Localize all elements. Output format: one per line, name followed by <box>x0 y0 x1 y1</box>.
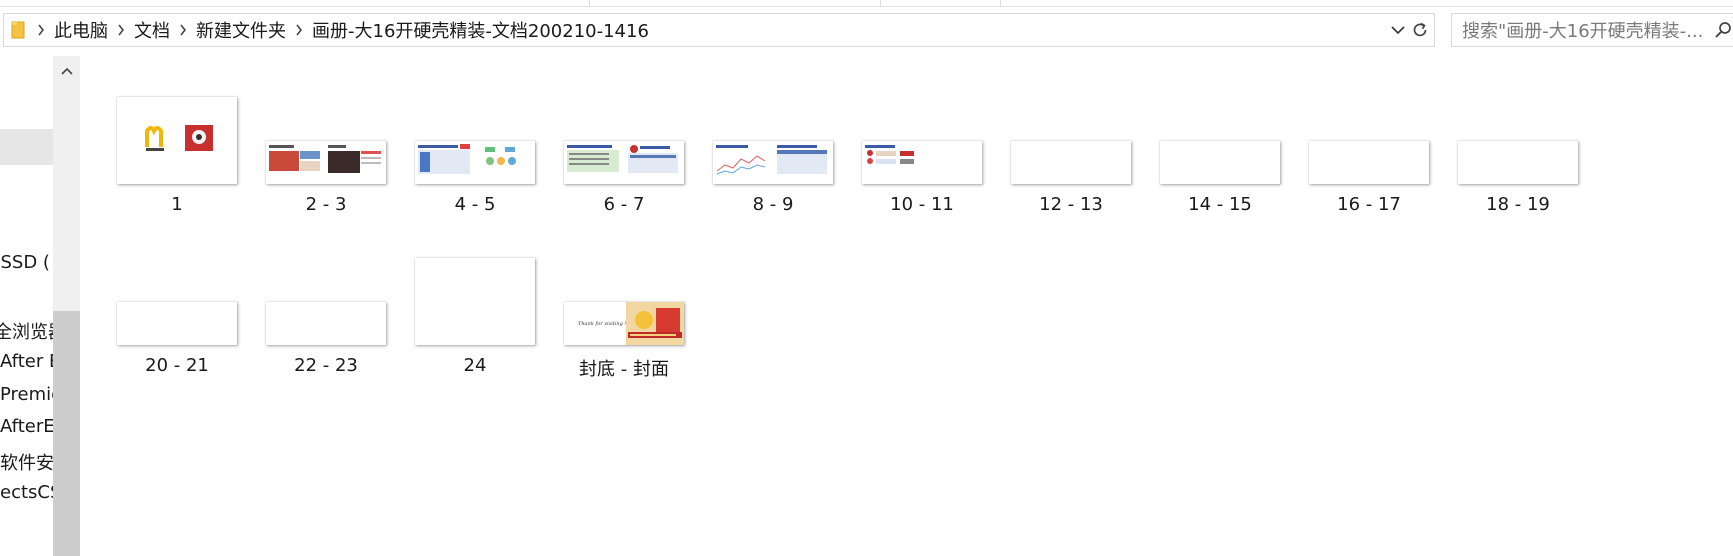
nav-item-ssd-drive[interactable]: -SSD ( <box>0 252 50 273</box>
column-divider <box>880 0 881 6</box>
file-thumbnail <box>415 141 535 184</box>
breadcrumb: 此电脑 文档 新建文件夹 画册-大16开硬壳精装-文档200210-1416 <box>34 14 655 46</box>
column-divider <box>589 0 590 6</box>
file-name: 6 - 7 <box>603 194 645 215</box>
chevron-right-icon[interactable] <box>34 24 48 36</box>
nav-scrollbar[interactable] <box>53 56 80 556</box>
breadcrumb-new-folder[interactable]: 新建文件夹 <box>190 17 292 43</box>
file-name: 20 - 21 <box>145 355 209 376</box>
file-name: 12 - 13 <box>1039 194 1103 215</box>
file-name: 14 - 15 <box>1188 194 1252 215</box>
file-thumbnail <box>1458 141 1578 184</box>
file-thumbnail <box>564 141 684 184</box>
file-name: 16 - 17 <box>1337 194 1401 215</box>
refresh-button[interactable] <box>1405 13 1435 47</box>
breadcrumb-this-pc[interactable]: 此电脑 <box>48 17 114 43</box>
scroll-thumb[interactable] <box>53 311 80 556</box>
file-thumbnail <box>117 97 237 184</box>
file-name: 2 - 3 <box>305 194 347 215</box>
chevron-right-icon[interactable] <box>292 24 306 36</box>
file-name: 4 - 5 <box>454 194 496 215</box>
file-view: 1 2 - 3 4 - 5 6 - 7 8 - 9 10 - 11 12 - 1… <box>80 56 1733 556</box>
file-thumbnail <box>1309 141 1429 184</box>
file-thumbnail <box>862 141 982 184</box>
nav-item-after-effects[interactable]: After E <box>0 351 60 372</box>
nav-item-label: -SSD ( <box>0 252 50 273</box>
search-box[interactable]: 搜索"画册-大16开硬壳精装-... <box>1451 13 1733 47</box>
file-thumbnail <box>713 141 833 184</box>
nav-item-aftereffects[interactable]: AfterEf <box>0 416 61 437</box>
file-thumbnail <box>266 141 386 184</box>
file-thumbnail <box>117 302 237 345</box>
nav-item-label: AfterEf <box>0 416 61 437</box>
chevron-down-icon <box>1391 25 1405 34</box>
refresh-icon <box>1413 22 1426 37</box>
breadcrumb-current-folder[interactable]: 画册-大16开硬壳精装-文档200210-1416 <box>306 17 655 43</box>
nav-item-label: After E <box>0 351 61 372</box>
column-divider <box>1000 0 1001 6</box>
scroll-up-button[interactable] <box>53 56 80 86</box>
file-thumbnail <box>415 258 535 345</box>
file-name: 22 - 23 <box>294 355 358 376</box>
file-name: 封底 - 封面 <box>579 359 669 380</box>
title-strip <box>0 0 1733 7</box>
file-thumbnail: Thank for visiting ! <box>564 302 684 345</box>
chevron-right-icon[interactable] <box>114 24 128 36</box>
navigation-pane: -SSD ( 全浏览器 After E Premie AfterEf 软件安装 … <box>0 56 80 556</box>
search-icon[interactable] <box>1714 21 1732 43</box>
chevron-right-icon[interactable] <box>176 24 190 36</box>
file-thumbnail <box>266 302 386 345</box>
search-placeholder: 搜索"画册-大16开硬壳精装-... <box>1462 21 1704 42</box>
file-thumbnail <box>1160 141 1280 184</box>
nav-selected-item[interactable] <box>0 129 53 165</box>
file-name: 18 - 19 <box>1486 194 1550 215</box>
file-name: 24 <box>463 355 487 376</box>
file-name: 8 - 9 <box>752 194 794 215</box>
address-bar[interactable]: 此电脑 文档 新建文件夹 画册-大16开硬壳精装-文档200210-1416 <box>3 13 1406 47</box>
file-thumbnail <box>1011 141 1131 184</box>
thumbnail-script-text: Thank for visiting ! <box>578 321 626 327</box>
file-name: 1 <box>171 194 183 215</box>
chevron-up-icon <box>60 67 73 75</box>
folder-icon <box>11 20 26 40</box>
breadcrumb-documents[interactable]: 文档 <box>128 17 176 43</box>
file-name: 10 - 11 <box>890 194 954 215</box>
